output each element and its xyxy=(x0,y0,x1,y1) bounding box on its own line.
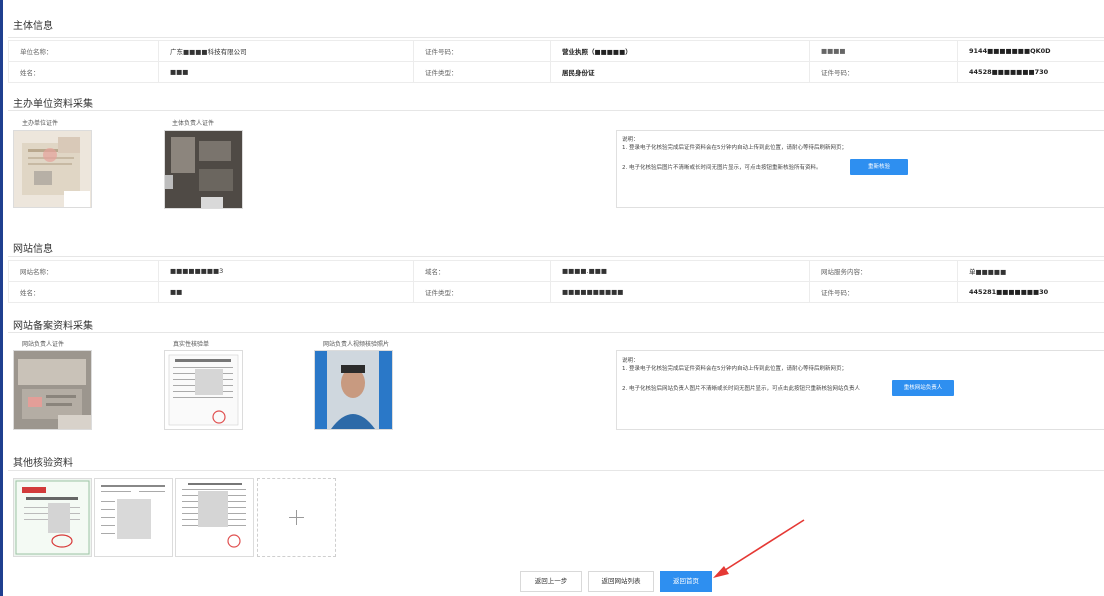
caption-verification-form: 真实性核验单 xyxy=(173,341,210,348)
form-document-icon xyxy=(168,354,239,426)
face-photo-icon xyxy=(315,351,392,429)
value-cert-number: 9144■■■■■■■QK0D xyxy=(957,40,1104,62)
note-line-2: 2. 电子化核验后图片不清晰或长时间无图片显示，可点击按钮重新核验所有资料。 xyxy=(622,165,822,171)
section-divider xyxy=(8,332,1104,333)
value-domain: ■■■■.■■■ xyxy=(550,260,810,282)
website-info-table: 网站名称： ■■■■■■■■3 域名： ■■■■.■■■ 网站服务内容： 单■■… xyxy=(8,260,1104,303)
value-id-number: 44528■■■■■■■730 xyxy=(957,61,1104,83)
caption-principal-cert: 主体负责人证件 xyxy=(172,120,215,127)
reverify-all-button[interactable]: 重新核验 xyxy=(850,159,908,175)
left-border xyxy=(0,0,3,596)
section-divider xyxy=(8,37,1104,38)
verification-form-image[interactable] xyxy=(164,350,243,430)
value-id-type: 居民身份证 xyxy=(550,61,810,83)
table-row: 姓名： ■■■ 证件类型： 居民身份证 证件号码： 44528■■■■■■■73… xyxy=(8,61,1104,83)
label-id-number: 证件号码： xyxy=(809,281,958,303)
video-verification-photo[interactable] xyxy=(314,350,393,430)
label-website-name: 网站名称： xyxy=(8,260,159,282)
caption-host-cert: 主办单位证件 xyxy=(22,120,59,127)
value-website-name: ■■■■■■■■3 xyxy=(158,260,414,282)
form-document-icon xyxy=(101,485,165,539)
form-document-icon xyxy=(182,483,246,548)
label-redacted: ■■■■ xyxy=(809,40,958,62)
label-name: 姓名： xyxy=(8,281,159,303)
back-to-website-list-button[interactable]: 返回网站列表 xyxy=(588,571,654,592)
label-cert-number: 证件号码： xyxy=(413,40,551,62)
note-line-1: 1. 登录电子化核验完成后证件资料会在5分钟内自动上传到此位置，请耐心等待后刷新… xyxy=(622,366,847,372)
id-card-photo-icon xyxy=(14,351,91,429)
label-cert-type: 证件类型： xyxy=(413,281,551,303)
certificate-document-icon xyxy=(15,480,90,555)
section-divider xyxy=(8,110,1104,111)
website-materials-note: 说明： 1. 登录电子化核验完成后证件资料会在5分钟内自动上传到此位置，请耐心等… xyxy=(616,350,1104,430)
other-material-image-2[interactable] xyxy=(94,478,173,557)
label-name: 姓名： xyxy=(8,61,159,83)
host-cert-image[interactable] xyxy=(13,130,92,208)
back-to-home-button[interactable]: 返回首页 xyxy=(660,571,712,592)
section-title-other-materials: 其他核验资料 xyxy=(13,458,73,469)
section-divider xyxy=(8,256,1104,257)
section-title-host-materials: 主办单位资料采集 xyxy=(13,99,93,110)
table-row: 网站名称： ■■■■■■■■3 域名： ■■■■.■■■ 网站服务内容： 单■■… xyxy=(8,260,1104,282)
note-line-2: 2. 电子化核验后网站负责人图片不清晰或长时间无图片显示，可点击此按钮只重新核验… xyxy=(622,386,860,392)
value-name: ■■■ xyxy=(158,61,414,83)
subject-info-table: 单位名称： 广东■■■■科技有限公司 证件号码： 营业执照（■■■■■） ■■■… xyxy=(8,40,1104,83)
add-material-button[interactable] xyxy=(257,478,336,557)
back-prev-step-button[interactable]: 返回上一步 xyxy=(520,571,582,592)
value-cert-type: ■■■■■■■■■■ xyxy=(550,281,810,303)
label-cert-type: 证件类型： xyxy=(413,61,551,83)
caption-website-principal-cert: 网站负责人证件 xyxy=(22,341,65,348)
table-row: 单位名称： 广东■■■■科技有限公司 证件号码： 营业执照（■■■■■） ■■■… xyxy=(8,40,1104,62)
value-cert-type: 营业执照（■■■■■） xyxy=(550,40,810,62)
website-principal-cert-image[interactable] xyxy=(13,350,92,430)
section-title-subject-info: 主体信息 xyxy=(13,21,53,32)
document-photo-icon xyxy=(22,137,90,207)
other-material-image-3[interactable] xyxy=(175,478,254,557)
value-name: ■■ xyxy=(158,281,414,303)
value-service-content: 单■■■■■ xyxy=(957,260,1104,282)
note-heading: 说明： xyxy=(622,358,639,364)
table-row: 姓名： ■■ 证件类型： ■■■■■■■■■■ 证件号码： 445281■■■■… xyxy=(8,281,1104,303)
note-heading: 说明： xyxy=(622,137,639,143)
label-id-number: 证件号码： xyxy=(809,61,958,83)
note-line-1: 1. 登录电子化核验完成后证件资料会在5分钟内自动上传到此位置，请耐心等待后刷新… xyxy=(622,145,847,151)
label-unit-name: 单位名称： xyxy=(8,40,159,62)
other-material-image-1[interactable] xyxy=(13,478,92,557)
label-domain: 域名： xyxy=(413,260,551,282)
principal-cert-image[interactable] xyxy=(164,130,243,209)
plus-icon xyxy=(289,510,304,525)
section-divider xyxy=(8,470,1104,471)
value-id-number: 445281■■■■■■■30 xyxy=(957,281,1104,303)
reverify-principal-button[interactable]: 重核网站负责人 xyxy=(892,380,954,396)
caption-video-photo: 网站负责人视频核验照片 xyxy=(323,341,390,348)
section-title-website-info: 网站信息 xyxy=(13,244,53,255)
section-title-website-materials: 网站备案资料采集 xyxy=(13,321,93,332)
id-card-photo-icon xyxy=(165,131,242,208)
label-service-content: 网站服务内容： xyxy=(809,260,958,282)
value-unit-name: 广东■■■■科技有限公司 xyxy=(158,40,414,62)
